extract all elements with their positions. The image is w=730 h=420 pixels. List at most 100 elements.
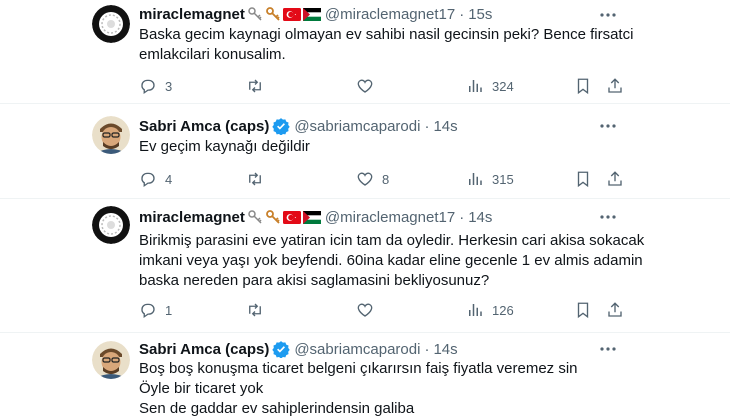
tweet-text-line: Öyle bir ticaret yok (139, 380, 264, 397)
tweet-header: Sabri Amca (caps) @sabriamcaparodi · 14s (139, 116, 458, 136)
retweet-button[interactable] (246, 300, 272, 320)
verified-badge-icon (272, 340, 291, 358)
reply-icon (141, 79, 155, 95)
tweet-text: Ev geçim kaynağı değildir (139, 137, 619, 157)
display-name[interactable]: miraclemagnet (139, 6, 245, 23)
reply-count: 3 (165, 78, 173, 94)
verified-badge-icon (272, 117, 291, 135)
reply-count: 1 (165, 302, 173, 318)
tweet-text: Birikmiş parasini eve yatiran icin tam d… (139, 231, 645, 291)
tweet-header: Sabri Amca (caps) @sabriamcaparodi · 14s (139, 339, 458, 359)
key-icon (247, 6, 263, 22)
reply-button[interactable]: 3 (139, 76, 172, 96)
key-icon (247, 209, 263, 225)
tweet-text-line: Boş boş konuşma ticaret belgeni çıkarırs… (139, 360, 578, 377)
views-count: 315 (492, 171, 514, 187)
tweet-text-line: Baska gecim kaynagi olmayan ev sahibi na… (139, 26, 634, 43)
heart-icon (357, 303, 373, 317)
avatar[interactable] (92, 206, 130, 244)
tweet[interactable]: miraclemagnet @miraclemagnet17 · 15s Bas… (0, 0, 730, 104)
tweet-text-line: Ev geçim kaynağı değildir (139, 138, 310, 155)
views-button[interactable]: 324 (466, 76, 514, 96)
bookmark-button[interactable] (574, 300, 592, 320)
like-button[interactable]: 8 (356, 169, 389, 189)
tweet-text-line: emlakcilari konusalim. (139, 46, 286, 63)
tweet-text-line: Sen de gaddar ev sahiplerindensin galiba (139, 400, 415, 417)
like-button[interactable] (356, 76, 382, 96)
tweet-text-line: Birikmiş parasini eve yatiran icin tam d… (139, 232, 645, 249)
tweet[interactable]: Sabri Amca (caps) @sabriamcaparodi · 14s… (0, 333, 730, 420)
bookmark-icon (577, 171, 589, 188)
more-icon[interactable] (598, 339, 618, 359)
separator-dot: · (459, 5, 465, 23)
separator-dot: · (459, 208, 465, 226)
display-name[interactable]: Sabri Amca (caps) (139, 118, 269, 135)
tweet-actions: 3 324 (139, 76, 622, 96)
bookmark-button[interactable] (574, 169, 592, 189)
tweet-header: miraclemagnet @miraclemagnet17 · 15s (139, 4, 492, 24)
tweet-actions: 4 8 315 (139, 169, 622, 189)
share-button[interactable] (606, 76, 624, 96)
avatar[interactable] (92, 116, 130, 154)
avatar[interactable] (92, 5, 130, 43)
user-handle[interactable]: @sabriamcaparodi (294, 341, 420, 358)
retweet-icon (249, 79, 261, 93)
user-handle[interactable]: @miraclemagnet17 (325, 6, 455, 23)
share-icon (608, 78, 622, 93)
timestamp[interactable]: 14s (433, 341, 457, 358)
like-button[interactable] (356, 300, 382, 320)
tweet-text-line: baska nereden para akisi saglamasini bek… (139, 272, 490, 289)
share-button[interactable] (606, 300, 624, 320)
views-icon (469, 173, 482, 185)
bookmark-icon (577, 302, 589, 319)
more-icon[interactable] (598, 5, 618, 25)
reply-button[interactable]: 4 (139, 169, 172, 189)
tweet-text-line: imkani veya yaşı yok beyfendi. 60ina kad… (139, 252, 643, 269)
views-button[interactable]: 126 (466, 300, 514, 320)
share-icon (608, 302, 622, 317)
retweet-button[interactable] (246, 76, 272, 96)
retweet-icon (249, 172, 261, 186)
palestine-flag-icon (302, 210, 321, 224)
heart-icon (357, 79, 373, 93)
views-icon (469, 304, 482, 316)
views-icon (469, 80, 482, 92)
more-icon[interactable] (598, 116, 618, 136)
bookmark-button[interactable] (574, 76, 592, 96)
conversation-feed: miraclemagnet @miraclemagnet17 · 15s Bas… (0, 0, 730, 420)
more-icon[interactable] (598, 207, 618, 227)
key-icon (265, 6, 281, 22)
user-handle[interactable]: @sabriamcaparodi (294, 118, 420, 135)
tweet[interactable]: Sabri Amca (caps) @sabriamcaparodi · 14s… (0, 104, 730, 199)
tweet[interactable]: miraclemagnet @miraclemagnet17 · 14s Bir… (0, 199, 730, 333)
avatar[interactable] (92, 341, 130, 379)
tweet-header: miraclemagnet @miraclemagnet17 · 14s (139, 207, 492, 227)
user-handle[interactable]: @miraclemagnet17 (325, 209, 455, 226)
timestamp[interactable]: 14s (468, 209, 492, 226)
display-name[interactable]: miraclemagnet (139, 209, 245, 226)
share-button[interactable] (606, 169, 624, 189)
views-count: 324 (492, 78, 514, 94)
views-button[interactable]: 315 (466, 169, 514, 189)
retweet-button[interactable] (246, 169, 272, 189)
bookmark-icon (577, 78, 589, 95)
turkey-flag-icon (282, 210, 301, 224)
display-name[interactable]: Sabri Amca (caps) (139, 341, 269, 358)
tweet-actions: 1 126 (139, 300, 622, 320)
reply-icon (141, 303, 155, 319)
timestamp[interactable]: 14s (433, 118, 457, 135)
views-count: 126 (492, 302, 514, 318)
reply-icon (141, 172, 155, 188)
like-count: 8 (382, 171, 390, 187)
reply-button[interactable]: 1 (139, 300, 172, 320)
separator-dot: · (424, 117, 430, 135)
reply-count: 4 (165, 171, 173, 187)
timestamp[interactable]: 15s (468, 6, 492, 23)
key-icon (265, 209, 281, 225)
tweet-text: Boş boş konuşma ticaret belgeni çıkarırs… (139, 359, 619, 419)
share-icon (608, 171, 622, 186)
tweet-text: Baska gecim kaynagi olmayan ev sahibi na… (139, 25, 634, 65)
palestine-flag-icon (302, 7, 321, 21)
separator-dot: · (424, 340, 430, 358)
turkey-flag-icon (282, 7, 301, 21)
